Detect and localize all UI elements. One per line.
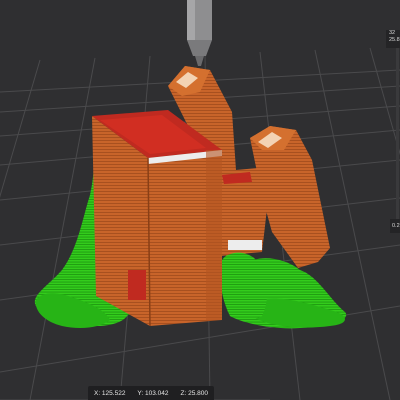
coordinate-readout: X: 125.522 Y: 103.042 Z: 25.800: [88, 386, 214, 400]
model-main-block: [92, 110, 222, 327]
coord-x: X: 125.522: [93, 389, 126, 397]
coord-y: Y: 103.042: [137, 389, 169, 397]
scene-canvas: [0, 0, 400, 400]
model-bridge: [214, 168, 268, 256]
layer-slider-top-label: 32 25.8: [386, 30, 400, 48]
3d-viewport[interactable]: [0, 0, 400, 400]
layer-number: 32: [389, 30, 396, 36]
layer-slider-bottom-label: 0.2: [390, 219, 400, 233]
coord-z: Z: 25.800: [180, 389, 208, 397]
nozzle-icon: [187, 0, 212, 66]
layer-height: 25.8: [389, 37, 400, 43]
layer-bottom-value: 0.2: [392, 223, 400, 229]
layer-slider[interactable]: [396, 48, 399, 220]
